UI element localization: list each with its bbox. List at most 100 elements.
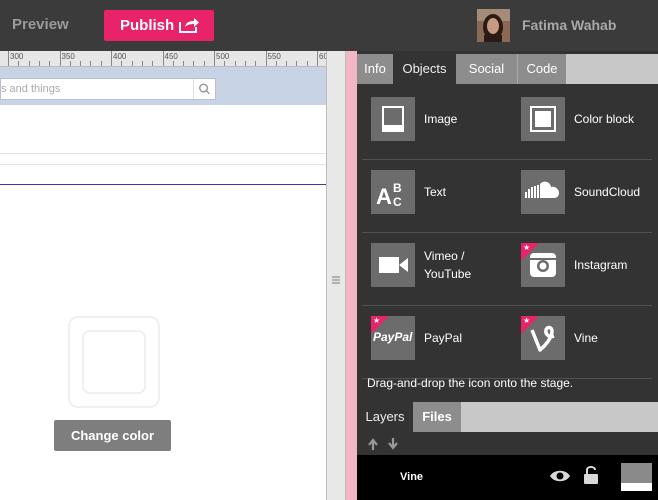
object-paypal[interactable]: PayPal ★ PayPal <box>371 316 501 362</box>
tab-files[interactable]: Files <box>413 402 461 432</box>
object-color-block[interactable]: Color block <box>521 97 651 143</box>
layer-color-swatch[interactable] <box>621 463 652 491</box>
object-soundcloud[interactable]: SoundCloud <box>521 170 651 216</box>
change-color-button[interactable]: Change color <box>54 420 171 451</box>
object-label: Instagram <box>574 258 628 272</box>
color-block-icon <box>521 97 565 141</box>
svg-text:A: A <box>376 184 392 209</box>
search-icon[interactable] <box>193 79 215 99</box>
divider-line <box>0 153 326 154</box>
ruler-tick <box>59 51 61 66</box>
object-label-line1: Vimeo / <box>424 249 465 263</box>
star-icon: ★ <box>373 316 381 325</box>
ruler-tick <box>49 61 51 66</box>
vine-icon: ★ <box>521 316 565 360</box>
ruler-tick <box>244 61 246 66</box>
search-input[interactable]: s and things <box>0 78 216 100</box>
lock-icon[interactable] <box>583 465 599 485</box>
ruler-tick <box>224 61 226 66</box>
ruler-tick <box>296 61 298 66</box>
panel-tabs: Info Objects Social Code <box>357 54 658 84</box>
object-label: Image <box>424 112 458 126</box>
user-name[interactable]: Fatima Wahab <box>522 17 616 33</box>
ruler-tick <box>121 61 123 66</box>
accent-strip <box>346 51 357 500</box>
layer-order-controls <box>368 438 398 450</box>
publish-button[interactable]: Publish <box>104 10 214 41</box>
layer-row[interactable]: Vine <box>357 455 658 500</box>
ruler-tick <box>28 61 30 66</box>
objects-row: Image Color block <box>362 87 652 160</box>
ruler-label: 550 <box>267 52 281 61</box>
ruler-tick <box>80 61 82 66</box>
object-instagram[interactable]: ★ Instagram <box>521 243 651 289</box>
ruler-tick <box>38 61 40 66</box>
ruler-tick <box>141 61 143 66</box>
ruler-tick <box>18 61 20 66</box>
swatch-fill <box>621 463 652 483</box>
ruler-tick <box>275 61 277 66</box>
instagram-icon: ★ <box>521 243 565 287</box>
ruler-tick <box>286 61 288 66</box>
objects-row: PayPal ★ PayPal ★ Vine <box>362 306 652 379</box>
ruler-label: 400 <box>113 52 127 61</box>
object-label: Text <box>424 185 447 199</box>
app-window: Preview Publish Fatima Wahab 300 350 400 45… <box>0 0 658 500</box>
avatar[interactable] <box>477 9 510 42</box>
ruler-label: 500 <box>216 52 230 61</box>
guide-line <box>0 184 326 185</box>
panel-resize-handle[interactable] <box>326 51 346 500</box>
tab-layers[interactable]: Layers <box>357 402 413 432</box>
preview-button[interactable]: Preview <box>12 16 69 33</box>
soundcloud-icon <box>521 170 565 214</box>
ruler-tick <box>162 51 164 66</box>
ruler-tick <box>172 61 174 66</box>
object-label: SoundCloud <box>574 185 641 199</box>
ruler-tick <box>193 61 195 66</box>
ruler-tick <box>100 61 102 66</box>
ruler-tick <box>131 61 133 66</box>
object-text[interactable]: A B C Text <box>371 170 501 216</box>
ruler-tick <box>111 51 112 66</box>
svg-text:C: C <box>393 195 402 209</box>
ruler-tick <box>183 61 185 66</box>
layer-name: Vine <box>400 471 424 483</box>
star-icon: ★ <box>523 316 531 325</box>
object-label: PayPal <box>424 331 463 345</box>
embedded-search-bar: s and things <box>0 67 326 105</box>
star-icon: ★ <box>523 243 531 252</box>
video-camera-icon <box>371 243 415 287</box>
ruler-label: 600 <box>319 52 326 61</box>
object-label: Color block <box>574 112 635 126</box>
ruler-tick <box>214 51 215 66</box>
tab-code[interactable]: Code <box>517 54 566 84</box>
move-down-icon[interactable] <box>388 438 398 450</box>
ruler-label: 350 <box>61 52 75 61</box>
ruler-tick <box>317 51 318 66</box>
ruler-tick <box>203 61 205 66</box>
eye-icon[interactable] <box>549 468 571 484</box>
objects-panel: Info Objects Social Code Image Color blo <box>357 51 658 500</box>
ruler-tick <box>152 61 154 66</box>
objects-row: A B C Text SoundCloud <box>362 160 652 233</box>
ruler-tick <box>234 61 236 66</box>
divider-line <box>0 164 326 165</box>
layers-tabs: Layers Files <box>357 402 658 432</box>
tab-info[interactable]: Info <box>357 54 393 84</box>
color-block-placeholder[interactable] <box>68 316 160 408</box>
stage-canvas[interactable]: 300350400450500550600650700750800 s and … <box>0 51 326 500</box>
horizontal-ruler: 300350400450500550600650700750800 <box>0 51 326 67</box>
ruler-tick <box>69 61 71 66</box>
ruler-tick <box>265 51 267 66</box>
object-vine[interactable]: ★ Vine <box>521 316 651 362</box>
object-video[interactable]: Vimeo / YouTube <box>371 243 501 289</box>
move-up-icon[interactable] <box>368 438 378 450</box>
publish-label: Publish <box>120 17 175 34</box>
paypal-icon: PayPal ★ <box>371 316 415 360</box>
ruler-tick <box>8 51 9 66</box>
ruler-tick <box>90 61 92 66</box>
tab-objects[interactable]: Objects <box>393 54 456 84</box>
object-image[interactable]: Image <box>371 97 501 143</box>
user-photo-icon <box>477 9 510 42</box>
tab-social[interactable]: Social <box>456 54 517 84</box>
